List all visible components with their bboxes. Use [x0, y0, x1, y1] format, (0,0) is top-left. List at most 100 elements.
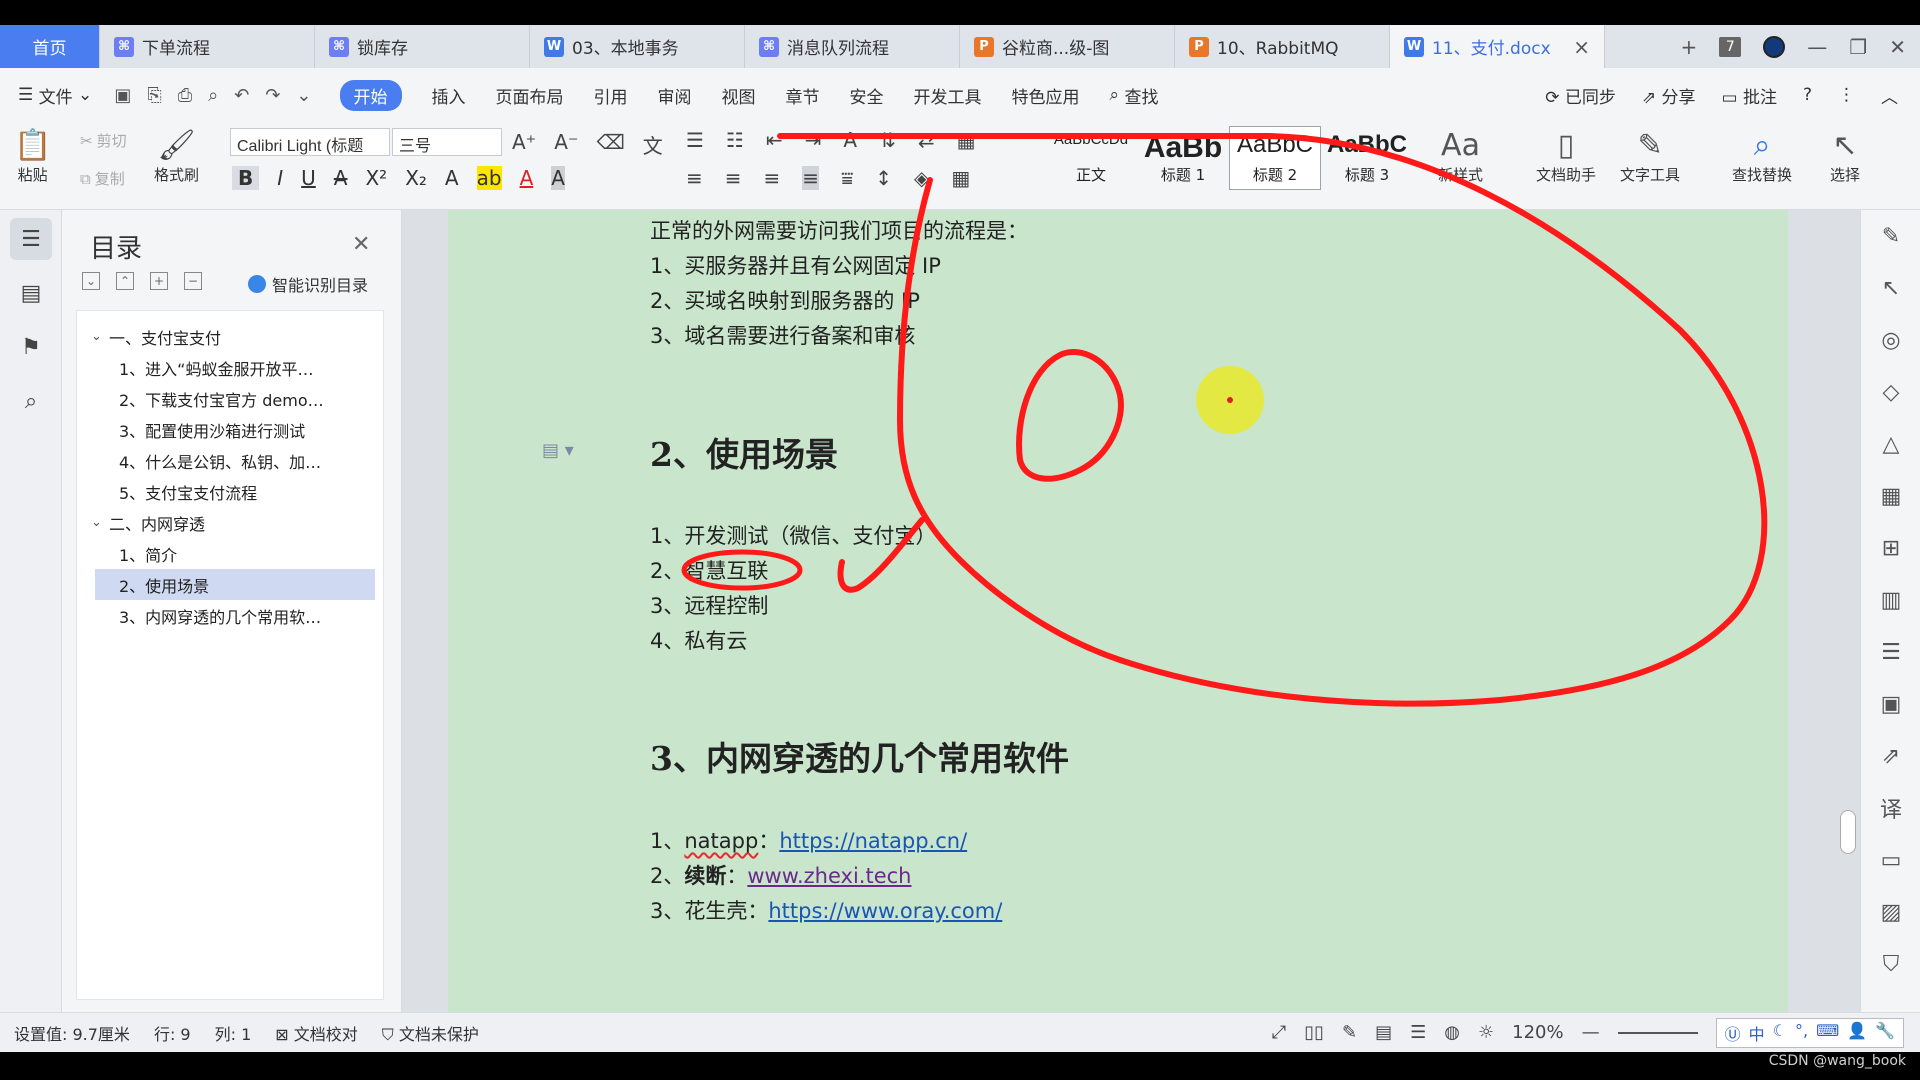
- print-preview-icon[interactable]: ⌕: [208, 85, 218, 106]
- menu-page-layout[interactable]: 页面布局: [496, 83, 564, 108]
- align-center-icon[interactable]: ≡: [725, 166, 742, 190]
- decrease-indent-icon[interactable]: ⇤: [766, 128, 783, 152]
- tab-home[interactable]: 首页: [0, 25, 100, 68]
- tab-order-flow[interactable]: ⌘ 下单流程: [100, 25, 315, 68]
- tab-count-badge[interactable]: 7: [1719, 36, 1742, 57]
- style-heading-1[interactable]: AaBb 标题 1: [1137, 126, 1229, 190]
- pointer-icon[interactable]: ↖: [1861, 262, 1920, 314]
- document-page[interactable]: [448, 210, 1788, 1012]
- toc-icon[interactable]: ☰: [10, 218, 52, 260]
- doc-list-item[interactable]: 3、域名需要进行备案和审核: [650, 320, 915, 350]
- doc-tool-line[interactable]: 2、续断：www.zhexi.tech: [650, 860, 911, 890]
- clear-format-icon[interactable]: ⌫: [597, 130, 625, 159]
- menu-home[interactable]: 开始: [339, 79, 402, 111]
- doc-list-item[interactable]: 4、私有云: [650, 625, 747, 655]
- shading-icon[interactable]: ◈: [914, 166, 929, 190]
- font-color-button[interactable]: A: [520, 166, 534, 190]
- tab-mq-flow[interactable]: ⌘ 消息队列流程: [745, 25, 960, 68]
- protect-button[interactable]: ⛉ 文档未保护: [382, 1021, 479, 1045]
- toc-item[interactable]: 1、进入“蚂蚁金服开放平…: [77, 352, 383, 383]
- page-view-icon[interactable]: ▤: [1375, 1022, 1392, 1043]
- customize-icon[interactable]: ⌄: [296, 85, 311, 106]
- toc-item[interactable]: ⌄ 一、支付宝支付: [77, 321, 383, 352]
- italic-button[interactable]: I: [277, 166, 283, 190]
- pages-icon[interactable]: ▤: [10, 272, 52, 314]
- doc-list-item[interactable]: 2、买域名映射到服务器的 IP: [650, 285, 920, 315]
- shrink-font-icon[interactable]: A⁻: [554, 130, 578, 159]
- zoom-select[interactable]: 120%: [1512, 1022, 1563, 1043]
- chinese-layout-icon[interactable]: A: [843, 128, 857, 152]
- translate-icon[interactable]: 译: [1861, 782, 1920, 834]
- menu-references[interactable]: 引用: [594, 83, 628, 108]
- eye-care-icon[interactable]: ☼: [1478, 1022, 1494, 1043]
- font-size-select[interactable]: 三号: [392, 128, 502, 156]
- collapse-ribbon-icon[interactable]: ︿: [1881, 83, 1898, 108]
- bookmark-icon[interactable]: ⚑: [10, 326, 52, 368]
- image-icon[interactable]: ▨: [1861, 886, 1920, 938]
- toc-item[interactable]: 5、支付宝支付流程: [77, 476, 383, 507]
- shape-icon[interactable]: △: [1861, 418, 1920, 470]
- align-right-icon[interactable]: ≡: [764, 166, 781, 190]
- edit-mode-icon[interactable]: ✎: [1342, 1022, 1357, 1043]
- increase-indent-icon[interactable]: ⇥: [805, 128, 822, 152]
- char-shading-button[interactable]: A: [551, 166, 565, 190]
- zoom-slider[interactable]: [1617, 1031, 1698, 1034]
- read-mode-icon[interactable]: ▯▯: [1304, 1022, 1324, 1043]
- doc-heading-tools[interactable]: 3、内网穿透的几个常用软件: [650, 732, 1069, 780]
- tab-local-transaction[interactable]: W 03、本地事务: [530, 25, 745, 68]
- more-icon[interactable]: ⋮: [1838, 85, 1855, 105]
- ime-toolbar[interactable]: Ⓤ 中 ☾ °, ⌨ 👤 🔧: [1715, 1017, 1904, 1048]
- align-left-icon[interactable]: ≡: [686, 166, 703, 190]
- style-heading-2[interactable]: AaBbC 标题 2: [1229, 126, 1321, 190]
- menu-insert[interactable]: 插入: [432, 83, 466, 108]
- add-heading-icon[interactable]: +: [150, 272, 168, 290]
- doc-list-item[interactable]: 1、买服务器并且有公网固定 IP: [650, 250, 941, 280]
- close-icon[interactable]: ✕: [352, 232, 370, 257]
- shapes-icon[interactable]: ◇: [1861, 366, 1920, 418]
- smart-toc-button[interactable]: 智能识别目录: [248, 272, 368, 296]
- distribute-icon[interactable]: ⩸: [841, 166, 853, 190]
- doc-tool-line[interactable]: 3、花生壳：https://www.oray.com/: [650, 895, 1002, 925]
- tab-payment-docx[interactable]: W 11、支付.docx ×: [1390, 25, 1605, 68]
- superscript-button[interactable]: X²: [365, 166, 387, 190]
- style-heading-3[interactable]: AaBbC 标题 3: [1321, 126, 1413, 190]
- add-tab-button[interactable]: +: [1681, 35, 1698, 59]
- toc-item[interactable]: 1、简介: [77, 538, 383, 569]
- highlight-button[interactable]: ab: [476, 166, 502, 190]
- underline-button[interactable]: U: [301, 166, 316, 190]
- copy-button[interactable]: ⧉ 复制: [80, 168, 125, 189]
- shield-icon[interactable]: ⛉: [1861, 938, 1920, 990]
- collapse-all-icon[interactable]: ⌃: [116, 272, 134, 290]
- cut-button[interactable]: ✂ 剪切: [80, 130, 127, 151]
- web-view-icon[interactable]: ◍: [1444, 1022, 1460, 1043]
- subscript-button[interactable]: X₂: [405, 166, 427, 190]
- style-icon[interactable]: ◎: [1861, 314, 1920, 366]
- toc-item[interactable]: 4、什么是公钥、私钥、加…: [77, 445, 383, 476]
- expand-all-icon[interactable]: ⌄: [82, 272, 100, 290]
- bold-button[interactable]: B: [232, 166, 260, 190]
- justify-icon[interactable]: ≡: [802, 166, 820, 190]
- paragraph-marker-icon[interactable]: ▤ ▾: [542, 440, 574, 461]
- paste-button[interactable]: 📋 粘贴: [14, 128, 51, 185]
- window-close-icon[interactable]: ✕: [1889, 35, 1906, 59]
- text-effect-button[interactable]: A: [445, 166, 459, 190]
- outline-view-icon[interactable]: ☰: [1410, 1022, 1426, 1043]
- vertical-scrollbar[interactable]: [1836, 210, 1860, 1012]
- apps-icon[interactable]: ⊞: [1861, 522, 1920, 574]
- select-button[interactable]: ↖ 选择: [1830, 128, 1860, 185]
- pen-icon[interactable]: ✎: [1861, 210, 1920, 262]
- doc-intro[interactable]: 正常的外网需要访问我们项目的流程是：: [650, 215, 1028, 245]
- chart-icon[interactable]: ▥: [1861, 574, 1920, 626]
- find-icon[interactable]: ⌕: [10, 380, 52, 422]
- scroll-thumb[interactable]: [1840, 810, 1856, 854]
- doc-list-item[interactable]: 1、开发测试（微信、支付宝）: [650, 520, 936, 550]
- toc-item[interactable]: 3、配置使用沙箱进行测试: [77, 414, 383, 445]
- border-icon[interactable]: ▦: [951, 166, 970, 190]
- share-button[interactable]: ⇗ 分享: [1642, 83, 1696, 108]
- minimize-icon[interactable]: —: [1807, 35, 1827, 59]
- format-painter-button[interactable]: 🖌 格式刷: [154, 128, 199, 185]
- tool-link[interactable]: www.zhexi.tech: [747, 864, 911, 888]
- new-style-button[interactable]: Aa 新样式: [1438, 128, 1483, 185]
- file-menu[interactable]: ☰ 文件 ⌄: [18, 83, 92, 108]
- tool-link[interactable]: https://natapp.cn/: [779, 829, 967, 853]
